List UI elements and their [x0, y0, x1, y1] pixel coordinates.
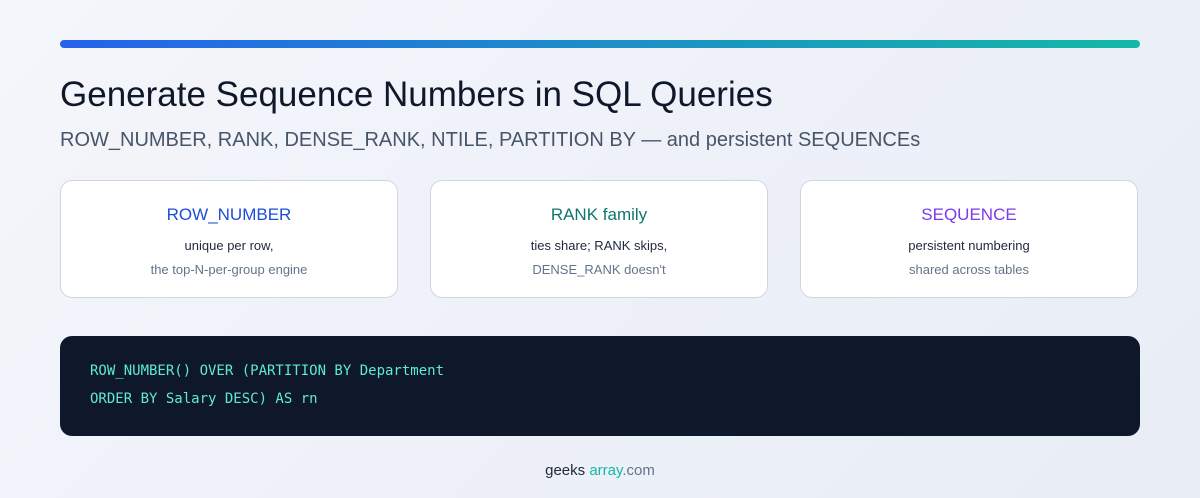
- card-detail: shared across tables: [909, 262, 1029, 277]
- page-title: Generate Sequence Numbers in SQL Queries: [60, 75, 773, 114]
- footer-brand: geeks array.com: [0, 462, 1200, 480]
- brand-array: array: [589, 462, 623, 479]
- card-row-number: ROW_NUMBER unique per row, the top-N-per…: [60, 180, 398, 298]
- card-description: ties share; RANK skips,: [530, 238, 668, 253]
- card-sequence: SEQUENCE persistent numbering shared acr…: [800, 180, 1138, 298]
- accent-bar: [60, 40, 1140, 48]
- page-subtitle: ROW_NUMBER, RANK, DENSE_RANK, NTILE, PAR…: [60, 129, 921, 151]
- code-line: ROW_NUMBER() OVER (PARTITION BY Departme…: [90, 363, 445, 379]
- card-title: ROW_NUMBER: [166, 205, 292, 224]
- card-detail: the top-N-per-group engine: [150, 262, 308, 277]
- card-rank-family: RANK family ties share; RANK skips, DENS…: [430, 180, 768, 298]
- brand-tld: .com: [622, 462, 655, 479]
- card-title: SEQUENCE: [921, 205, 1017, 224]
- brand-geeks: geeks: [545, 462, 586, 479]
- card-title: RANK family: [550, 205, 648, 224]
- code-block: ROW_NUMBER() OVER (PARTITION BY Departme…: [60, 336, 1140, 436]
- code-line: ORDER BY Salary DESC) AS rn: [90, 391, 318, 407]
- card-detail: DENSE_RANK doesn't: [532, 262, 666, 277]
- card-description: unique per row,: [184, 238, 274, 253]
- card-description: persistent numbering: [908, 238, 1030, 253]
